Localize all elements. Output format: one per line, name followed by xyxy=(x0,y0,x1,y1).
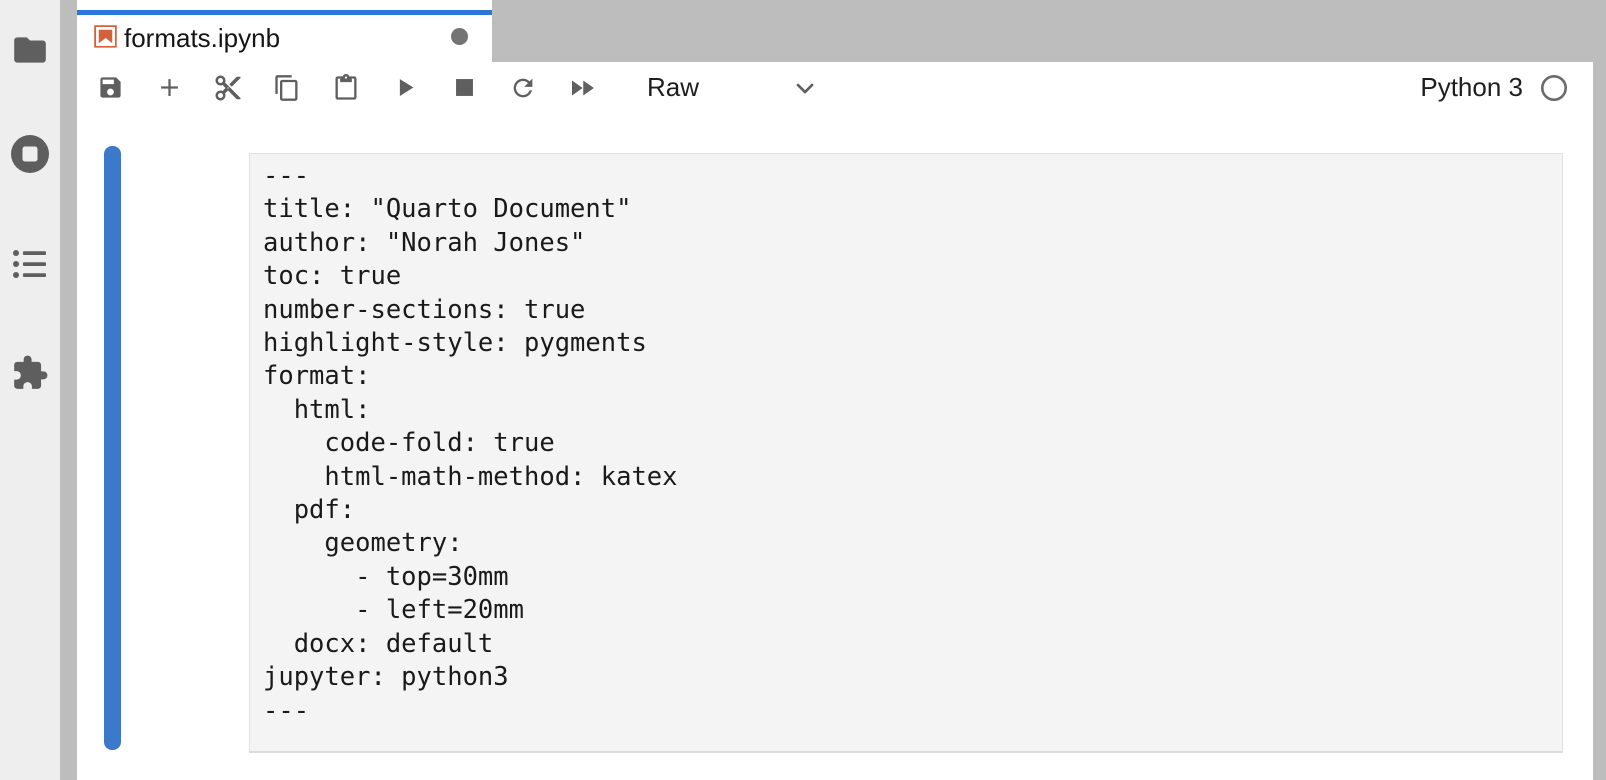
save-icon xyxy=(97,74,124,101)
active-tab-accent-bar xyxy=(77,10,492,15)
jupyterlab-window: formats.ipynb xyxy=(0,0,1606,780)
copy-cells-button[interactable] xyxy=(269,68,305,108)
interrupt-kernel-button[interactable] xyxy=(446,68,482,108)
kernel-area: Python 3 xyxy=(1420,72,1606,103)
run-cell-button[interactable] xyxy=(387,68,423,108)
left-sidebar xyxy=(0,0,60,780)
copy-icon xyxy=(273,74,301,102)
tab-title: formats.ipynb xyxy=(124,23,280,54)
kernel-name[interactable]: Python 3 xyxy=(1420,72,1523,103)
cell-type-value: Raw xyxy=(647,72,699,103)
tab-formats-ipynb[interactable]: formats.ipynb xyxy=(77,0,492,62)
cell-type-dropdown[interactable]: Raw xyxy=(647,72,819,103)
plus-icon xyxy=(156,74,183,101)
scissors-icon xyxy=(213,73,243,103)
cell-source[interactable]: --- title: "Quarto Document" author: "No… xyxy=(250,154,1562,728)
window-edge-right xyxy=(1593,0,1606,780)
restart-kernel-button[interactable] xyxy=(505,68,541,108)
restart-icon xyxy=(509,74,537,102)
paste-cells-button[interactable] xyxy=(328,68,364,108)
kernel-status-icon[interactable] xyxy=(1540,74,1568,102)
toc-icon xyxy=(12,247,48,281)
sidebar-tab-table-of-contents[interactable] xyxy=(0,236,60,292)
folder-icon xyxy=(11,31,49,69)
notebook-toolbar: Raw Python 3 xyxy=(77,62,1606,115)
cell-editor[interactable]: --- title: "Quarto Document" author: "No… xyxy=(249,153,1563,753)
sidebar-tab-running-sessions[interactable] xyxy=(0,126,60,182)
sidebar-tab-file-browser[interactable] xyxy=(0,22,60,78)
paste-icon xyxy=(332,74,360,102)
insert-cell-button[interactable] xyxy=(151,68,187,108)
left-panel-strip xyxy=(60,0,77,780)
running-icon xyxy=(10,134,50,174)
modified-indicator[interactable] xyxy=(451,28,468,45)
cut-cells-button[interactable] xyxy=(210,68,246,108)
fast-forward-icon xyxy=(567,73,597,103)
notebook-icon xyxy=(92,23,119,50)
stop-icon xyxy=(451,74,478,101)
restart-run-all-button[interactable] xyxy=(564,68,600,108)
notebook-area: --- title: "Quarto Document" author: "No… xyxy=(77,113,1593,780)
chevron-down-icon xyxy=(791,74,819,102)
puzzle-icon xyxy=(11,354,49,392)
sidebar-tab-extensions[interactable] xyxy=(0,345,60,401)
cell-collapser[interactable] xyxy=(104,146,121,750)
play-icon xyxy=(392,74,419,101)
save-button[interactable] xyxy=(92,68,128,108)
tab-bar-background xyxy=(492,0,1593,62)
